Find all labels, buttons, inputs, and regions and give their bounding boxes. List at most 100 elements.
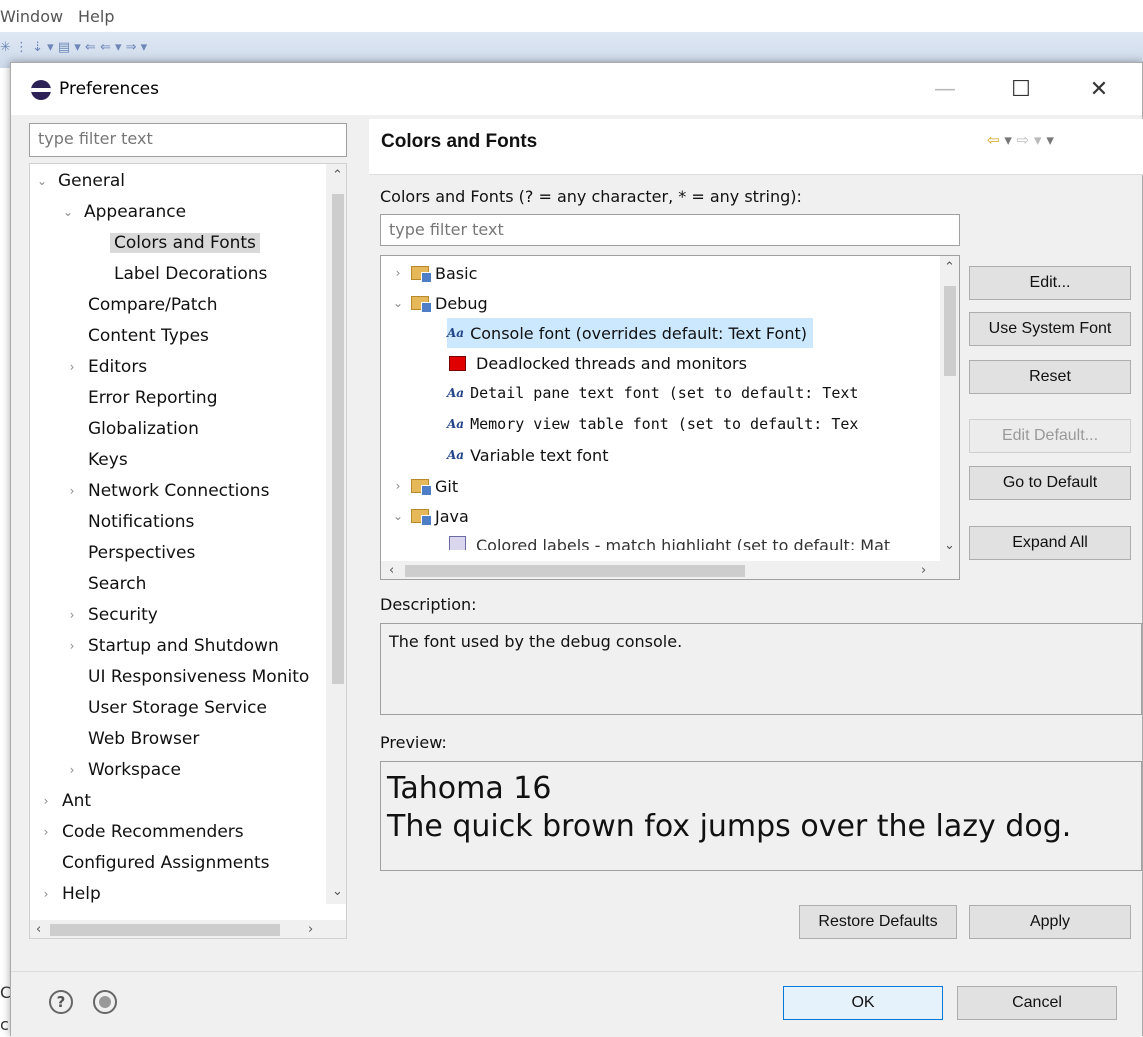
tree-item-help[interactable]: › Help bbox=[38, 879, 101, 909]
tree-item-code-recommenders[interactable]: › Code Recommenders bbox=[38, 817, 244, 847]
chevron-down-icon[interactable]: ⌄ bbox=[60, 205, 76, 219]
scroll-left-icon[interactable]: ‹ bbox=[36, 922, 41, 937]
chevron-down-icon[interactable]: ⌄ bbox=[391, 509, 405, 523]
cf-item-detail-pane-font[interactable]: Aa Detail pane text font (set to default:… bbox=[447, 378, 858, 408]
menu-help[interactable]: Help bbox=[78, 7, 114, 26]
apply-button[interactable]: Apply bbox=[969, 905, 1131, 939]
preview-sample-text: The quick brown fox jumps over the lazy … bbox=[387, 809, 1072, 844]
cf-item-deadlocked-threads[interactable]: Deadlocked threads and monitors bbox=[449, 348, 747, 378]
edit-button[interactable]: Edit... bbox=[969, 266, 1131, 300]
dialog-title: Preferences bbox=[59, 79, 159, 99]
view-menu-icon[interactable]: ▾ bbox=[1046, 131, 1054, 149]
scroll-up-icon[interactable]: ⌃ bbox=[332, 168, 343, 183]
preview-label: Preview: bbox=[380, 733, 447, 752]
tree-item-error-reporting[interactable]: Error Reporting bbox=[88, 383, 217, 413]
tree-vertical-scroll-thumb[interactable] bbox=[332, 194, 344, 684]
ide-edge-letter: c bbox=[0, 1015, 9, 1034]
page-title: Colors and Fonts bbox=[381, 131, 538, 152]
chevron-right-icon[interactable]: › bbox=[38, 887, 54, 901]
toolbar-icons[interactable]: ✳ ⋮ ⇣ ▾ ▤ ▾ ⇐ ⇐ ▾ ⇒ ▾ bbox=[0, 40, 147, 55]
tree-horizontal-scroll-thumb[interactable] bbox=[50, 924, 280, 936]
menu-window[interactable]: Window bbox=[0, 7, 63, 26]
tree-item-perspectives[interactable]: Perspectives bbox=[88, 538, 195, 568]
tree-item-configured-assignments[interactable]: Configured Assignments bbox=[62, 848, 270, 878]
help-icon[interactable]: ? bbox=[49, 990, 73, 1014]
chevron-down-icon[interactable]: ▾ bbox=[1004, 131, 1012, 149]
cf-item-memory-view-font[interactable]: Aa Memory view table font (set to default… bbox=[447, 409, 858, 439]
folder-icon bbox=[411, 266, 432, 283]
tree-item-security[interactable]: › Security bbox=[64, 600, 158, 630]
tree-item-ui-responsiveness[interactable]: UI Responsiveness Monito bbox=[88, 662, 309, 692]
cancel-button[interactable]: Cancel bbox=[957, 986, 1117, 1020]
close-icon[interactable]: ✕ bbox=[1079, 77, 1119, 102]
preferences-filter-input[interactable]: type filter text bbox=[29, 123, 347, 157]
preview-box: Tahoma 16 The quick brown fox jumps over… bbox=[380, 761, 1142, 871]
tree-item-appearance[interactable]: ⌄ Appearance bbox=[60, 197, 186, 227]
maximize-icon[interactable]: ☐ bbox=[1001, 77, 1041, 102]
use-system-font-button[interactable]: Use System Font bbox=[969, 312, 1131, 346]
tree-item-label-decorations[interactable]: Label Decorations bbox=[114, 259, 267, 289]
font-icon: Aa bbox=[447, 326, 465, 340]
chevron-right-icon[interactable]: › bbox=[391, 479, 405, 493]
cf-item-debug[interactable]: ⌄ Debug bbox=[391, 288, 488, 318]
ide-left-edge: C c bbox=[0, 975, 11, 1036]
chevron-right-icon[interactable]: › bbox=[64, 484, 80, 498]
edit-default-button[interactable]: Edit Default... bbox=[969, 419, 1131, 453]
tree-item-editors[interactable]: › Editors bbox=[64, 352, 148, 382]
scroll-right-icon[interactable]: › bbox=[308, 922, 313, 937]
scroll-left-icon[interactable]: ‹ bbox=[389, 563, 394, 578]
history-navigation: ⇦ ▾ ⇨ ▾ ▾ bbox=[987, 131, 1054, 149]
back-arrow-icon[interactable]: ⇦ bbox=[987, 131, 1000, 149]
chevron-down-icon[interactable]: ⌄ bbox=[34, 174, 50, 188]
restore-defaults-button[interactable]: Restore Defaults bbox=[799, 905, 957, 939]
expand-all-button[interactable]: Expand All bbox=[969, 526, 1131, 560]
tree-item-general[interactable]: ⌄ General bbox=[34, 166, 125, 196]
tree-item-search[interactable]: Search bbox=[88, 569, 146, 599]
eclipse-logo-icon bbox=[31, 80, 51, 100]
chevron-down-icon[interactable]: ▾ bbox=[1034, 131, 1042, 149]
reset-button[interactable]: Reset bbox=[969, 360, 1131, 394]
chevron-right-icon[interactable]: › bbox=[64, 360, 80, 374]
forward-arrow-icon[interactable]: ⇨ bbox=[1017, 131, 1030, 149]
minimize-icon[interactable]: — bbox=[925, 77, 965, 102]
tree-item-user-storage-service[interactable]: User Storage Service bbox=[88, 693, 267, 723]
tree-item-startup-and-shutdown[interactable]: › Startup and Shutdown bbox=[64, 631, 279, 661]
cf-item-git[interactable]: › Git bbox=[391, 471, 458, 501]
tree-item-workspace[interactable]: › Workspace bbox=[64, 755, 181, 785]
cf-vertical-scroll-thumb[interactable] bbox=[944, 286, 956, 376]
tree-item-globalization[interactable]: Globalization bbox=[88, 414, 199, 444]
cf-item-java[interactable]: ⌄ Java bbox=[391, 501, 469, 531]
chevron-right-icon[interactable]: › bbox=[64, 639, 80, 653]
cf-item-basic[interactable]: › Basic bbox=[391, 258, 477, 288]
ok-button[interactable]: OK bbox=[783, 986, 943, 1020]
folder-icon bbox=[411, 479, 432, 496]
cf-horizontal-scroll-thumb[interactable] bbox=[405, 565, 745, 577]
chevron-right-icon[interactable]: › bbox=[38, 825, 54, 839]
chevron-right-icon[interactable]: › bbox=[64, 763, 80, 777]
tree-item-web-browser[interactable]: Web Browser bbox=[88, 724, 199, 754]
colors-fonts-filter-input[interactable]: type filter text bbox=[380, 214, 960, 246]
chevron-down-icon[interactable]: ⌄ bbox=[391, 296, 405, 310]
tree-item-ant[interactable]: › Ant bbox=[38, 786, 91, 816]
font-icon: Aa bbox=[447, 417, 465, 431]
chevron-right-icon[interactable]: › bbox=[64, 608, 80, 622]
go-to-default-button[interactable]: Go to Default bbox=[969, 466, 1131, 500]
cf-item-variable-text-font[interactable]: Aa Variable text font bbox=[447, 440, 608, 470]
scroll-up-icon[interactable]: ⌃ bbox=[944, 260, 955, 275]
dialog-titlebar: Preferences — ☐ ✕ bbox=[11, 63, 1142, 115]
record-dot-icon bbox=[99, 996, 111, 1008]
tree-item-content-types[interactable]: Content Types bbox=[88, 321, 209, 351]
tree-item-colors-and-fonts[interactable]: Colors and Fonts bbox=[110, 228, 260, 258]
tree-item-compare-patch[interactable]: Compare/Patch bbox=[88, 290, 218, 320]
scroll-right-icon[interactable]: › bbox=[921, 563, 926, 578]
cf-item-console-font[interactable]: Aa Console font (overrides default: Text … bbox=[447, 318, 813, 348]
cf-item-colored-labels[interactable]: Colored labels - match highlight (set to… bbox=[449, 536, 890, 550]
scroll-down-icon[interactable]: ⌄ bbox=[944, 538, 955, 553]
tree-item-notifications[interactable]: Notifications bbox=[88, 507, 194, 537]
font-icon: Aa bbox=[447, 386, 465, 400]
tree-item-keys[interactable]: Keys bbox=[88, 445, 128, 475]
tree-item-network-connections[interactable]: › Network Connections bbox=[64, 476, 270, 506]
scroll-down-icon[interactable]: ⌄ bbox=[332, 884, 343, 899]
chevron-right-icon[interactable]: › bbox=[38, 794, 54, 808]
chevron-right-icon[interactable]: › bbox=[391, 266, 405, 280]
